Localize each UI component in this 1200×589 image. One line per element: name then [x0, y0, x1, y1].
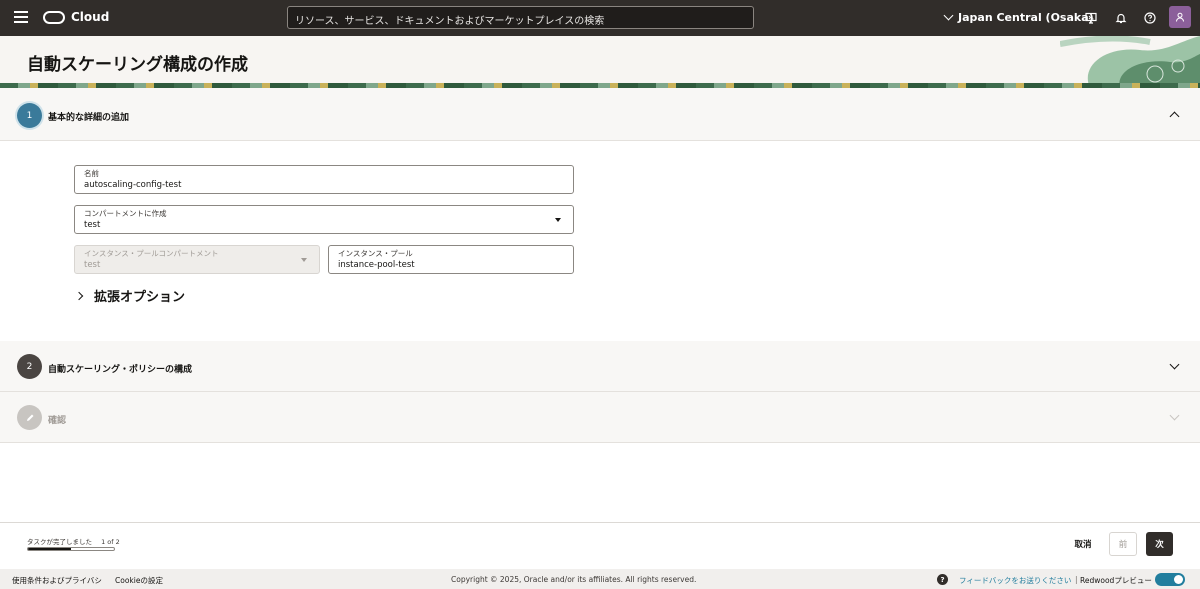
cancel-button[interactable]: 取消	[1066, 532, 1100, 556]
progress-bar	[27, 547, 115, 551]
step-2-header[interactable]: 2 自動スケーリング・ポリシーの構成	[0, 341, 1200, 392]
name-field[interactable]: 名前 autoscaling-config-test	[74, 165, 574, 194]
step-2-label: 自動スケーリング・ポリシーの構成	[48, 365, 193, 375]
progress-label: タスクが完了しました	[27, 538, 92, 546]
redwood-preview-toggle[interactable]	[1155, 573, 1185, 586]
chevron-right-icon	[74, 291, 84, 300]
progress-count: 1 of 2	[101, 538, 120, 546]
pool-compartment-select-label: インスタンス・プールコンパートメント	[84, 249, 219, 258]
pencil-icon	[26, 414, 33, 421]
advanced-options-label: 拡張オプション	[94, 290, 186, 305]
instance-pool-select-value: instance-pool-test	[338, 260, 415, 270]
step-1-number: 1	[17, 103, 42, 128]
advanced-options-toggle[interactable]: 拡張オプション	[74, 286, 186, 305]
wizard-action-bar: タスクが完了しました 1 of 2 取消 前 次	[0, 522, 1200, 569]
caret-down-icon	[555, 218, 561, 222]
pool-compartment-select: インスタンス・プールコンパートメント test	[74, 245, 320, 274]
chevron-down-icon	[1169, 410, 1180, 421]
bell-icon[interactable]	[1113, 10, 1129, 26]
region-selector[interactable]: Japan Central (Osaka)	[943, 10, 1094, 24]
progress-fill	[28, 548, 71, 550]
search-input[interactable]: リソース、サービス、ドキュメントおよびマーケットプレイスの検索	[287, 6, 754, 29]
page-header: 自動スケーリング構成の作成	[0, 36, 1200, 88]
oracle-logo[interactable]	[43, 11, 65, 24]
chevron-down-icon	[943, 10, 954, 21]
step-1-label: 基本的な詳細の追加	[48, 113, 130, 123]
name-field-label: 名前	[84, 169, 99, 178]
user-icon	[1176, 12, 1184, 22]
redwood-preview-label: Redwoodプレビュー	[1080, 576, 1152, 585]
pool-compartment-select-value: test	[84, 260, 101, 270]
cookie-settings-link[interactable]: Cookieの設定	[115, 575, 163, 586]
caret-down-icon	[301, 258, 307, 262]
feedback-link[interactable]: フィードバックをお送りください	[959, 575, 1071, 586]
step-2-number: 2	[17, 354, 42, 379]
page-title: 自動スケーリング構成の作成	[27, 55, 248, 75]
developer-tools-icon[interactable]	[1083, 10, 1099, 26]
step-3-icon	[17, 405, 42, 430]
toggle-knob	[1174, 575, 1183, 584]
instance-pool-select-label: インスタンス・プール	[338, 249, 413, 258]
help-icon[interactable]	[1142, 10, 1158, 26]
name-field-value[interactable]: autoscaling-config-test	[84, 179, 564, 191]
previous-button[interactable]: 前	[1109, 532, 1137, 556]
instance-pool-select[interactable]: インスタンス・プール instance-pool-test	[328, 245, 574, 274]
brand-label[interactable]: Cloud	[71, 10, 109, 24]
step-3-header: 確認	[0, 392, 1200, 443]
step-1-header[interactable]: 1 基本的な詳細の追加	[0, 88, 1200, 141]
user-avatar[interactable]	[1169, 6, 1191, 28]
compartment-select[interactable]: コンパートメントに作成 test	[74, 205, 574, 234]
hamburger-icon[interactable]	[14, 11, 28, 23]
region-label: Japan Central (Osaka)	[958, 11, 1094, 24]
help-icon[interactable]: ?	[937, 574, 948, 585]
compartment-select-value: test	[84, 220, 101, 230]
next-button[interactable]: 次	[1146, 532, 1173, 556]
copyright-text: Copyright © 2025, Oracle and/or its affi…	[451, 575, 697, 584]
terms-link[interactable]: 使用条件およびプライバシ	[12, 575, 102, 586]
footer-separator: |	[1075, 575, 1078, 584]
chevron-up-icon[interactable]	[1169, 111, 1180, 122]
compartment-select-label: コンパートメントに作成	[84, 209, 167, 218]
header-decoration	[1060, 36, 1200, 88]
footer-bar: 使用条件およびプライバシ Cookieの設定 Copyright © 2025,…	[0, 569, 1200, 589]
chevron-down-icon[interactable]	[1169, 359, 1180, 370]
top-navigation-bar: Cloud リソース、サービス、ドキュメントおよびマーケットプレイスの検索 Ja…	[0, 0, 1200, 36]
step-3-label: 確認	[48, 416, 67, 426]
progress-text: タスクが完了しました 1 of 2	[27, 536, 120, 546]
